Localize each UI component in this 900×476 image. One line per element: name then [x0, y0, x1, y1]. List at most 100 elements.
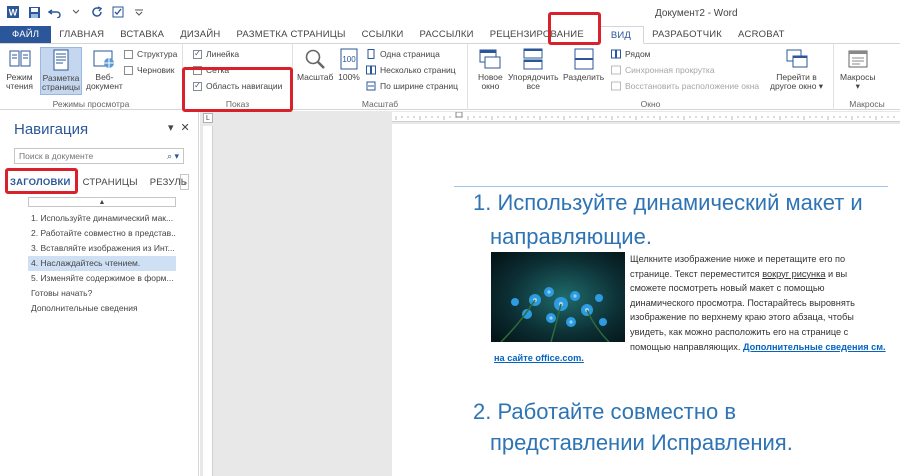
magnifier-icon [305, 49, 326, 69]
multiple-pages-icon [366, 65, 376, 75]
tab-references[interactable]: ССЫЛКИ [354, 26, 412, 43]
arrange-all-button[interactable]: Упорядочить все [508, 47, 559, 91]
heading-1-line-2: направляющие. [490, 224, 652, 249]
web-layout-button[interactable]: Веб- документ [86, 47, 123, 91]
vertical-ruler [203, 126, 213, 476]
one-page-button[interactable]: Одна страница [366, 47, 440, 61]
synchronous-scroll-button[interactable]: Синхронная прокрутка [611, 63, 715, 77]
paragraph-line: помощью направляющих. Дополнительные све… [630, 340, 890, 355]
sync-scroll-label: Синхронная прокрутка [625, 65, 715, 75]
paragraph-line: изображение по верхнему краю этого абзац… [630, 312, 854, 323]
page-width-icon [366, 81, 376, 91]
tab-stop-selector[interactable]: L [203, 113, 213, 123]
outline-icon [124, 49, 133, 59]
close-icon[interactable]: ✕ [181, 121, 190, 134]
quick-access-toolbar: W [6, 5, 146, 19]
read-mode-icon [9, 50, 30, 67]
svg-text:W: W [9, 8, 18, 18]
checkbox-icon[interactable] [111, 5, 125, 19]
navigation-pane-label: Область навигации [206, 81, 283, 91]
collapse-headings-button[interactable]: ▲ [28, 197, 176, 207]
tab-mailings[interactable]: РАССЫЛКИ [412, 26, 482, 43]
group-window: Новое окно Упорядочить все Разделить Ряд… [468, 44, 834, 110]
heading-item[interactable]: 3. Вставляйте изображения из Инт... [28, 241, 176, 256]
multiple-pages-button[interactable]: Несколько страниц [366, 63, 456, 77]
tab-home[interactable]: ГЛАВНАЯ [51, 26, 112, 43]
split-button[interactable]: Разделить [563, 47, 604, 82]
redo-icon[interactable] [90, 5, 104, 19]
grid-checkbox[interactable]: Сетка [193, 63, 229, 77]
grid-check [193, 65, 202, 75]
group-zoom: Масштаб 100 100% Одна страница Несколько… [293, 44, 468, 110]
new-window-button[interactable]: Новое окно [478, 47, 503, 91]
navigation-pane-controls: ▾ ✕ [168, 121, 190, 134]
tabs-scroll-right-button[interactable]: › [180, 174, 189, 190]
indent-marker-icon[interactable] [455, 112, 463, 118]
search-icon[interactable]: ⌕ ▾ [167, 151, 179, 162]
document-search-input[interactable] [19, 151, 157, 161]
more-info-link[interactable]: Дополнительные сведения см. [743, 342, 886, 352]
pane-options-icon[interactable]: ▾ [168, 121, 174, 134]
read-mode-button[interactable]: Режим чтения [6, 47, 33, 91]
tab-developer[interactable]: РАЗРАБОТЧИК [644, 26, 730, 43]
tab-headings[interactable]: ЗАГОЛОВКИ [10, 177, 71, 188]
tab-insert[interactable]: ВСТАВКА [112, 26, 172, 43]
ruler-check: ✓ [193, 49, 202, 59]
heading-item[interactable]: 1. Используйте динамический мак... [28, 211, 176, 226]
paragraph-text: Щелкните изображение ниже и перетащите е… [630, 252, 890, 354]
headings-list: 1. Используйте динамический мак... 2. Ра… [28, 211, 176, 316]
zoom-100-button[interactable]: 100 100% [337, 47, 361, 82]
group-macros-label: Макросы [849, 99, 885, 109]
paragraph-line: динамического просмотра. Постарайтесь вы… [630, 297, 855, 308]
navigation-pane-checkbox[interactable]: ✓ Область навигации [193, 79, 282, 93]
paragraph-line: увидеть, как можно расположить его на ст… [630, 326, 849, 337]
flowers-photo[interactable] [491, 252, 625, 342]
heading-item-selected[interactable]: 4. Наслаждайтесь чтением. [28, 256, 176, 271]
undo-icon[interactable] [48, 5, 62, 19]
tab-page-layout[interactable]: РАЗМЕТКА СТРАНИЦЫ [228, 26, 353, 43]
tab-pages[interactable]: СТРАНИЦЫ [83, 177, 138, 188]
tab-view[interactable]: ВИД [597, 26, 645, 44]
outline-label: Структура [137, 49, 178, 59]
web-layout-icon [93, 50, 115, 68]
switch-windows-icon [786, 49, 808, 68]
heading-rule [454, 186, 888, 187]
new-window-icon [479, 49, 501, 69]
side-by-side-button[interactable]: Рядом [611, 47, 651, 61]
save-icon[interactable] [27, 5, 41, 19]
heading-item[interactable]: 5. Изменяйте содержимое в форм... [28, 271, 176, 286]
reset-window-position-button[interactable]: Восстановить расположение окна [611, 79, 759, 93]
group-macros: Макросы ▾ Макросы [834, 44, 900, 110]
heading-2-line-1: 2. Работайте совместно в [473, 399, 737, 424]
zoom-button[interactable]: Масштаб [297, 47, 333, 82]
navigation-tabs: ЗАГОЛОВКИ СТРАНИЦЫ РЕЗУЛЬ [10, 174, 187, 190]
print-layout-button[interactable]: Разметка страницы [40, 47, 83, 95]
navigation-pane-title: Навигация [14, 121, 89, 138]
tab-acrobat[interactable]: ACROBAT [730, 26, 793, 43]
horizontal-ruler[interactable] [392, 112, 900, 122]
group-show-label: Показ [225, 99, 250, 109]
document-search-box[interactable]: ⌕ ▾ [14, 148, 184, 164]
split-label: Разделить [563, 72, 605, 82]
svg-text:100: 100 [342, 55, 356, 64]
sync-scroll-icon [611, 65, 621, 75]
chevron-down-icon[interactable] [69, 5, 83, 19]
new-window-label: Новое окно [478, 72, 503, 91]
navigation-pane: Навигация ▾ ✕ ⌕ ▾ ЗАГОЛОВКИ СТРАНИЦЫ РЕЗ… [0, 111, 199, 476]
print-layout-label: Разметка страницы [42, 73, 81, 92]
paragraph-line-part: помощью направляющих. [630, 341, 743, 352]
customize-qat-icon[interactable] [132, 5, 146, 19]
heading-item[interactable]: Дополнительные сведения [28, 301, 176, 316]
draft-button[interactable]: Черновик [124, 63, 175, 77]
ruler-checkbox[interactable]: ✓ Линейка [193, 47, 239, 61]
tab-review[interactable]: РЕЦЕНЗИРОВАНИЕ [482, 26, 592, 43]
heading-item[interactable]: 2. Работайте совместно в представ... [28, 226, 176, 241]
tab-file[interactable]: ФАЙЛ [0, 26, 52, 43]
tab-design[interactable]: ДИЗАЙН [172, 26, 228, 43]
page-width-button[interactable]: По ширине страниц [366, 79, 458, 93]
outline-button[interactable]: Структура [124, 47, 177, 61]
switch-windows-button[interactable]: Перейти в другое окно ▾ [770, 47, 823, 91]
heading-item[interactable]: Готовы начать? [28, 286, 176, 301]
macros-button[interactable]: Макросы ▾ [840, 47, 875, 91]
office-link[interactable]: на сайте office.com. [494, 353, 584, 363]
